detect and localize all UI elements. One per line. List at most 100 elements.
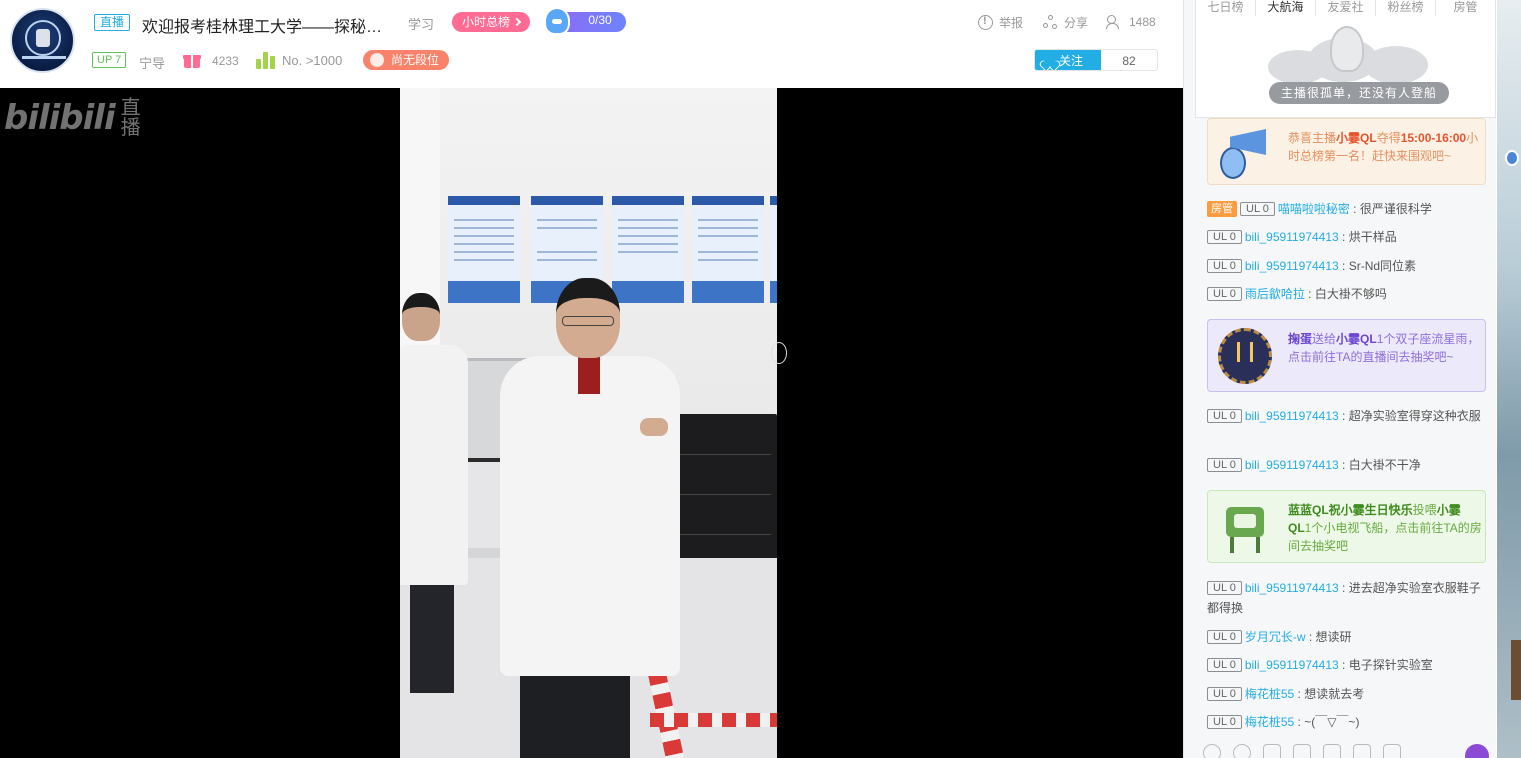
tab-guard[interactable]: 大航海 bbox=[1256, 0, 1316, 16]
rank-tabs: 七日榜 大航海 友爱社 粉丝榜 房管 bbox=[1196, 0, 1495, 16]
chat-username[interactable]: bili_95911974413 bbox=[1245, 658, 1339, 672]
notice-time: 15:00-16:00 bbox=[1400, 131, 1467, 145]
chat-message: UL 0 岁月冗长-w : 想读研 bbox=[1207, 627, 1486, 647]
tier-badge[interactable]: 尚无段位 bbox=[363, 50, 450, 70]
tier-badge-label: 尚无段位 bbox=[391, 53, 440, 67]
megaphone-icon bbox=[1216, 123, 1272, 181]
chat-text: 烘干样品 bbox=[1348, 230, 1397, 244]
streamer-name[interactable]: 宁导 bbox=[139, 53, 165, 72]
user-level-badge: UL 0 bbox=[1207, 230, 1242, 244]
mark-icon[interactable] bbox=[1383, 744, 1401, 758]
tab-friends[interactable]: 友爱社 bbox=[1316, 0, 1376, 16]
hourly-rank-button[interactable]: 小时总榜 bbox=[452, 12, 531, 32]
rank-number[interactable]: No. >1000 bbox=[282, 53, 342, 68]
share-button[interactable]: 分享 bbox=[1043, 14, 1088, 30]
notice-text: 投喂 bbox=[1412, 503, 1437, 517]
fans-count: 82 bbox=[1122, 54, 1136, 68]
chat-message: UL 0 bili_95911974413 : 超净实验室得穿这种衣服 bbox=[1207, 406, 1486, 426]
chat-username[interactable]: 喵喵啦啦秘密 bbox=[1278, 202, 1350, 216]
up-level-badge: UP 7 bbox=[92, 52, 127, 68]
share-label: 分享 bbox=[1064, 15, 1089, 30]
user-level-badge: UL 0 bbox=[1207, 687, 1242, 701]
user-level-badge: UL 0 bbox=[1207, 409, 1242, 423]
chat-toolbar bbox=[1195, 744, 1496, 758]
chat-text: Sr-Nd同位素 bbox=[1348, 259, 1417, 273]
task-progress[interactable]: 0/30 bbox=[544, 7, 626, 35]
hourly-rank-notice[interactable]: 恭喜主播小霎QL夺得15:00-16:00小时总榜第一名！赶快来围观吧~ bbox=[1207, 118, 1486, 185]
user-level-badge: UL 0 bbox=[1207, 458, 1242, 472]
notice-receiver: 小霎QL bbox=[1336, 332, 1377, 346]
user-level-badge: UL 0 bbox=[1207, 715, 1242, 729]
comment-icon[interactable] bbox=[1323, 744, 1341, 758]
gift-icon bbox=[183, 52, 201, 68]
user-level-badge: UL 0 bbox=[1207, 287, 1242, 301]
emoji-icon[interactable] bbox=[1203, 744, 1221, 758]
chat-message: UL 0 bili_95911974413 : 进去超净实验室衣服鞋子都得换 bbox=[1207, 581, 1481, 615]
notice-text: 夺得 bbox=[1376, 131, 1401, 145]
chevron-right-icon bbox=[512, 17, 522, 27]
user-level-badge: UL 0 bbox=[1207, 581, 1242, 595]
bilibili-watermark: bilibili 直播 bbox=[4, 98, 143, 138]
chat-message: UL 0 bili_95911974413 : 白大褂不干净 bbox=[1207, 455, 1486, 475]
report-button[interactable]: 举报 bbox=[978, 14, 1023, 30]
gift-lottery-notice[interactable]: 蓝蓝QL祝小霎生日快乐投喂小霎QL1个小电视飞船，点击前往TA的房间去抽奖吧 bbox=[1207, 490, 1486, 563]
user-level-badge: UL 0 bbox=[1207, 630, 1242, 644]
user-level-badge: UL 0 bbox=[1207, 259, 1242, 273]
follow-label: 关注 bbox=[1059, 54, 1084, 68]
bilibili-logo: bilibili bbox=[4, 98, 116, 138]
notice-text: 送给 bbox=[1312, 332, 1337, 346]
gift-count: 4233 bbox=[212, 54, 239, 68]
task-progress-count: 0/30 bbox=[588, 13, 612, 27]
chat-username[interactable]: 岁月冗长-w bbox=[1245, 630, 1306, 644]
mascot-icon bbox=[1505, 150, 1519, 166]
chat-username[interactable]: bili_95911974413 bbox=[1245, 409, 1339, 423]
background-decoration bbox=[1465, 0, 1521, 758]
chat-text: ~(￣▽￣~) bbox=[1304, 715, 1360, 729]
gift-lottery-notice[interactable]: 掬蛋送给小霎QL1个双子座流星雨，点击前往TA的直播间去抽奖吧~ bbox=[1207, 319, 1486, 392]
chat-text: 想读研 bbox=[1315, 630, 1352, 644]
notice-sender: 掬蛋 bbox=[1288, 332, 1313, 346]
tab-fans[interactable]: 粉丝榜 bbox=[1376, 0, 1436, 16]
video-player[interactable]: bilibili 直播 bbox=[0, 88, 1183, 758]
user-level-badge: UL 0 bbox=[1240, 202, 1275, 216]
area-link[interactable]: 学习 bbox=[408, 14, 434, 33]
live-tag: 直播 bbox=[94, 14, 131, 31]
room-header: 直播 欢迎报考桂林理工大学——探秘… 学习 小时总榜 0/30 举报 分享 14… bbox=[0, 0, 1182, 88]
admin-badge: 房管 bbox=[1207, 201, 1237, 217]
hourly-rank-label: 小时总榜 bbox=[462, 15, 511, 29]
rank-panel: 七日榜 大航海 友爱社 粉丝榜 房管 主播很孤单，还没有人登船 bbox=[1195, 0, 1496, 118]
user-level-badge: UL 0 bbox=[1207, 658, 1242, 672]
chat-text: 超净实验室得穿这种衣服 bbox=[1348, 409, 1481, 423]
tab-seven-day[interactable]: 七日榜 bbox=[1196, 0, 1256, 16]
follow-button[interactable]: 关注 bbox=[1035, 50, 1101, 70]
viewer-count: 1488 bbox=[1106, 14, 1156, 30]
chat-username[interactable]: bili_95911974413 bbox=[1245, 581, 1339, 595]
tab-admins[interactable]: 房管 bbox=[1436, 0, 1495, 16]
chat-username[interactable]: 梅花桩55 bbox=[1245, 687, 1294, 701]
chat-message: UL 0 bili_95911974413 : Sr-Nd同位素 bbox=[1207, 256, 1486, 276]
report-label: 举报 bbox=[999, 15, 1024, 30]
chat-text: 电子探针实验室 bbox=[1348, 658, 1433, 672]
chat-message: UL 0 梅花桩55 : ~(￣▽￣~) bbox=[1207, 712, 1486, 732]
viewer-count-value: 1488 bbox=[1129, 15, 1156, 29]
follow-control: 关注 82 bbox=[1034, 49, 1158, 71]
chat-panel: 七日榜 大航海 友爱社 粉丝榜 房管 主播很孤单，还没有人登船 恭喜主播小霎QL… bbox=[1183, 0, 1496, 758]
chat-message: UL 0 雨后歙哈拉 : 白大褂不够吗 bbox=[1207, 284, 1486, 304]
streamer-avatar[interactable] bbox=[10, 8, 75, 73]
chat-username[interactable]: 梅花桩55 bbox=[1245, 715, 1294, 729]
chat-username[interactable]: 雨后歙哈拉 bbox=[1245, 287, 1305, 301]
tv-ship-icon bbox=[1214, 497, 1276, 557]
chat-text: 白大褂不够吗 bbox=[1314, 287, 1387, 301]
chat-text: 想读就去考 bbox=[1304, 687, 1365, 701]
room-title: 欢迎报考桂林理工大学——探秘… bbox=[142, 19, 383, 36]
chat-username[interactable]: bili_95911974413 bbox=[1245, 259, 1339, 273]
danmaku-icon[interactable] bbox=[1293, 744, 1311, 758]
gift-icon[interactable] bbox=[1263, 744, 1281, 758]
chat-username[interactable]: bili_95911974413 bbox=[1245, 458, 1339, 472]
empty-rank-message: 主播很孤单，还没有人登船 bbox=[1269, 82, 1450, 104]
heart-icon bbox=[1044, 56, 1055, 66]
watermark-text: 直播 bbox=[120, 97, 141, 139]
chat-username[interactable]: bili_95911974413 bbox=[1245, 230, 1339, 244]
edit-icon[interactable] bbox=[1353, 744, 1371, 758]
color-icon[interactable] bbox=[1233, 744, 1251, 758]
